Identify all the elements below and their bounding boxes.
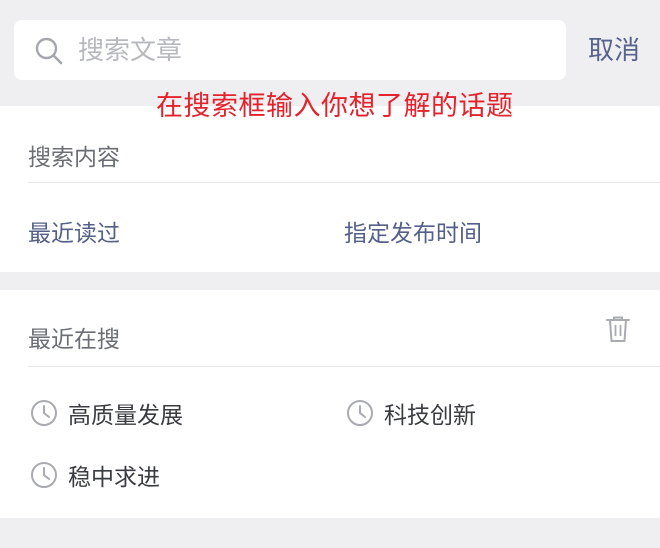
search-input[interactable] xyxy=(76,30,550,72)
recently-read-link[interactable]: 最近读过 xyxy=(28,214,120,248)
recent-search-item[interactable]: 高质量发展 xyxy=(30,396,183,430)
publish-time-link[interactable]: 指定发布时间 xyxy=(344,214,482,248)
recent-search-card: 最近在搜 高质量发展 科技创新 稳中求进 xyxy=(0,290,660,518)
recent-search-item[interactable]: 科技创新 xyxy=(346,396,476,430)
recent-search-label: 高质量发展 xyxy=(68,403,183,429)
annotation-text: 在搜索框输入你想了解的话题 xyxy=(156,91,514,122)
recent-search-item[interactable]: 稳中求进 xyxy=(30,458,160,492)
divider xyxy=(28,366,660,367)
recent-search-label: 稳中求进 xyxy=(68,465,160,491)
clock-icon xyxy=(31,400,57,426)
recent-search-title: 最近在搜 xyxy=(28,327,120,353)
clock-icon xyxy=(31,462,57,488)
clock-icon xyxy=(347,400,373,426)
search-content-title: 搜索内容 xyxy=(28,145,120,171)
search-icon xyxy=(35,37,63,65)
search-content-card: 搜索内容 最近读过 指定发布时间 xyxy=(0,106,660,272)
recent-search-label: 科技创新 xyxy=(384,403,476,429)
search-box[interactable] xyxy=(14,20,566,80)
divider xyxy=(28,182,660,183)
cancel-button[interactable]: 取消 xyxy=(588,30,640,67)
trash-icon[interactable] xyxy=(604,314,632,344)
